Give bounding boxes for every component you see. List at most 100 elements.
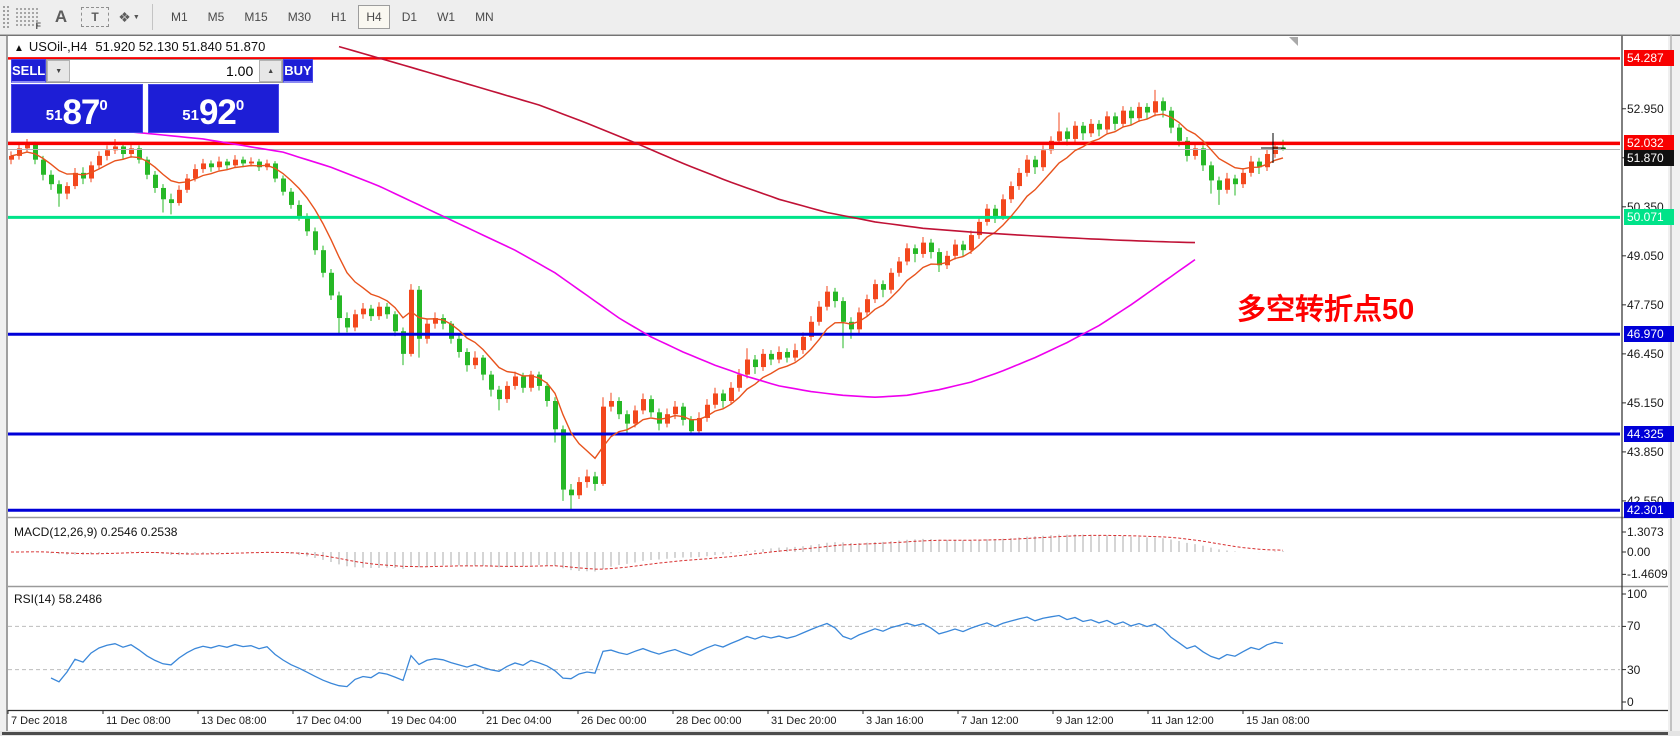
candle [865, 299, 870, 313]
candle [385, 306, 390, 315]
candle [169, 199, 174, 204]
date-label: 9 Jan 12:00 [1056, 715, 1114, 727]
timeframe-mn[interactable]: MN [467, 5, 502, 29]
candle [641, 399, 646, 411]
macd-label: MACD(12,26,9) 0.2546 0.2538 [14, 525, 178, 539]
volume-input[interactable] [70, 60, 260, 82]
sell-price-sup: 0 [99, 97, 108, 114]
candle [753, 359, 758, 368]
collapse-icon[interactable]: ▲ [14, 43, 24, 54]
candle [489, 374, 494, 390]
candle [505, 385, 510, 400]
candle [177, 189, 182, 204]
candle [185, 178, 190, 190]
candle [473, 357, 478, 366]
candle [985, 208, 990, 222]
volume-decrease-button[interactable]: ▼ [47, 60, 71, 82]
volume-increase-button[interactable]: ▲ [259, 60, 283, 82]
candle [281, 178, 286, 192]
candle [161, 187, 166, 200]
chart-shift-marker-icon[interactable] [1289, 37, 1298, 46]
candle [1017, 172, 1022, 187]
scrollbar-thumb[interactable] [2, 732, 1668, 735]
candle [1225, 178, 1230, 190]
rsi-axis-label: 70 [1627, 619, 1641, 634]
candle [345, 318, 350, 328]
candle [1129, 110, 1134, 119]
candle [625, 414, 630, 424]
candle [905, 248, 910, 262]
chevron-down-icon: ▼ [132, 13, 140, 21]
timeframe-m15[interactable]: M15 [236, 5, 275, 29]
bid-price-badge: 51.870 [1624, 150, 1674, 167]
candle [577, 482, 582, 496]
candle [929, 242, 934, 253]
timeframe-m30[interactable]: M30 [280, 5, 319, 29]
date-label: 17 Dec 04:00 [296, 715, 362, 727]
candle [833, 291, 838, 302]
timeframe-h4[interactable]: H4 [358, 5, 390, 29]
buy-quote[interactable]: 51 92 0 [147, 84, 279, 133]
timeframe-d1[interactable]: D1 [394, 5, 425, 29]
candle [409, 289, 414, 354]
sell-button[interactable]: SELL [11, 59, 47, 83]
price-tick-label: 46.450 [1627, 346, 1664, 361]
rsi-axis-label: 100 [1627, 587, 1648, 601]
candle [425, 323, 430, 339]
candle [545, 385, 550, 401]
candle [1145, 106, 1150, 113]
candle [769, 353, 774, 360]
timeframe-h1[interactable]: H1 [323, 5, 354, 29]
candle [1033, 159, 1038, 168]
timeframe-m5[interactable]: M5 [200, 5, 233, 29]
candle [313, 231, 318, 251]
terminal-window: F A T ❖ ▼ M1 M5 M15 M30 H1 H4 D1 W1 MN ▲ USOil-,H… [0, 0, 1680, 736]
candle [1001, 199, 1006, 217]
price-tick-label: 45.150 [1627, 395, 1664, 410]
candle [97, 155, 102, 166]
shapes-tool-button[interactable]: ❖ ▼ [115, 3, 143, 31]
macd-axis-label: -1.4609 [1627, 567, 1668, 582]
candle [1065, 131, 1070, 139]
candle [993, 208, 998, 217]
candle [361, 308, 366, 315]
candle [41, 159, 46, 175]
date-label: 31 Dec 20:00 [771, 715, 837, 727]
timeframe-m1[interactable]: M1 [163, 5, 196, 29]
candle [1209, 165, 1214, 181]
candle [241, 159, 246, 164]
candle [233, 159, 238, 166]
candle [617, 400, 622, 415]
candle [1057, 131, 1062, 141]
toolbar-drag-handle[interactable] [2, 5, 10, 29]
price-tick-label: 47.750 [1627, 297, 1664, 312]
candle [457, 338, 462, 352]
candle [193, 169, 198, 179]
candle [321, 250, 326, 273]
horizontal-scrollbar[interactable] [0, 731, 1680, 736]
indicator-list-icon[interactable]: F [13, 3, 41, 31]
sell-quote[interactable]: 51 87 0 [11, 84, 143, 133]
buy-button[interactable]: BUY [283, 59, 313, 83]
text-box-icon[interactable]: T [81, 7, 109, 27]
candle [337, 295, 342, 319]
candle [1161, 101, 1166, 111]
candle [1201, 148, 1206, 166]
timeframe-bar: M1 M5 M15 M30 H1 H4 D1 W1 MN [161, 5, 504, 29]
text-label-icon[interactable]: A [47, 3, 75, 31]
candle [521, 376, 526, 388]
candle [297, 204, 302, 217]
annotation-text: 多空转折点50 [1237, 294, 1415, 326]
candle [745, 359, 750, 375]
candle [1041, 150, 1046, 168]
timeframe-w1[interactable]: W1 [429, 5, 463, 29]
candle [593, 476, 598, 484]
candle [105, 150, 110, 156]
candle [1241, 172, 1246, 185]
price-level-badge: 42.301 [1624, 502, 1674, 519]
price-level-badge: 54.287 [1624, 50, 1674, 67]
sell-price-prefix: 51 [45, 107, 63, 124]
candle [1233, 178, 1238, 185]
sell-price-big: 87 [62, 93, 100, 132]
price-level-badge: 52.032 [1624, 135, 1674, 152]
